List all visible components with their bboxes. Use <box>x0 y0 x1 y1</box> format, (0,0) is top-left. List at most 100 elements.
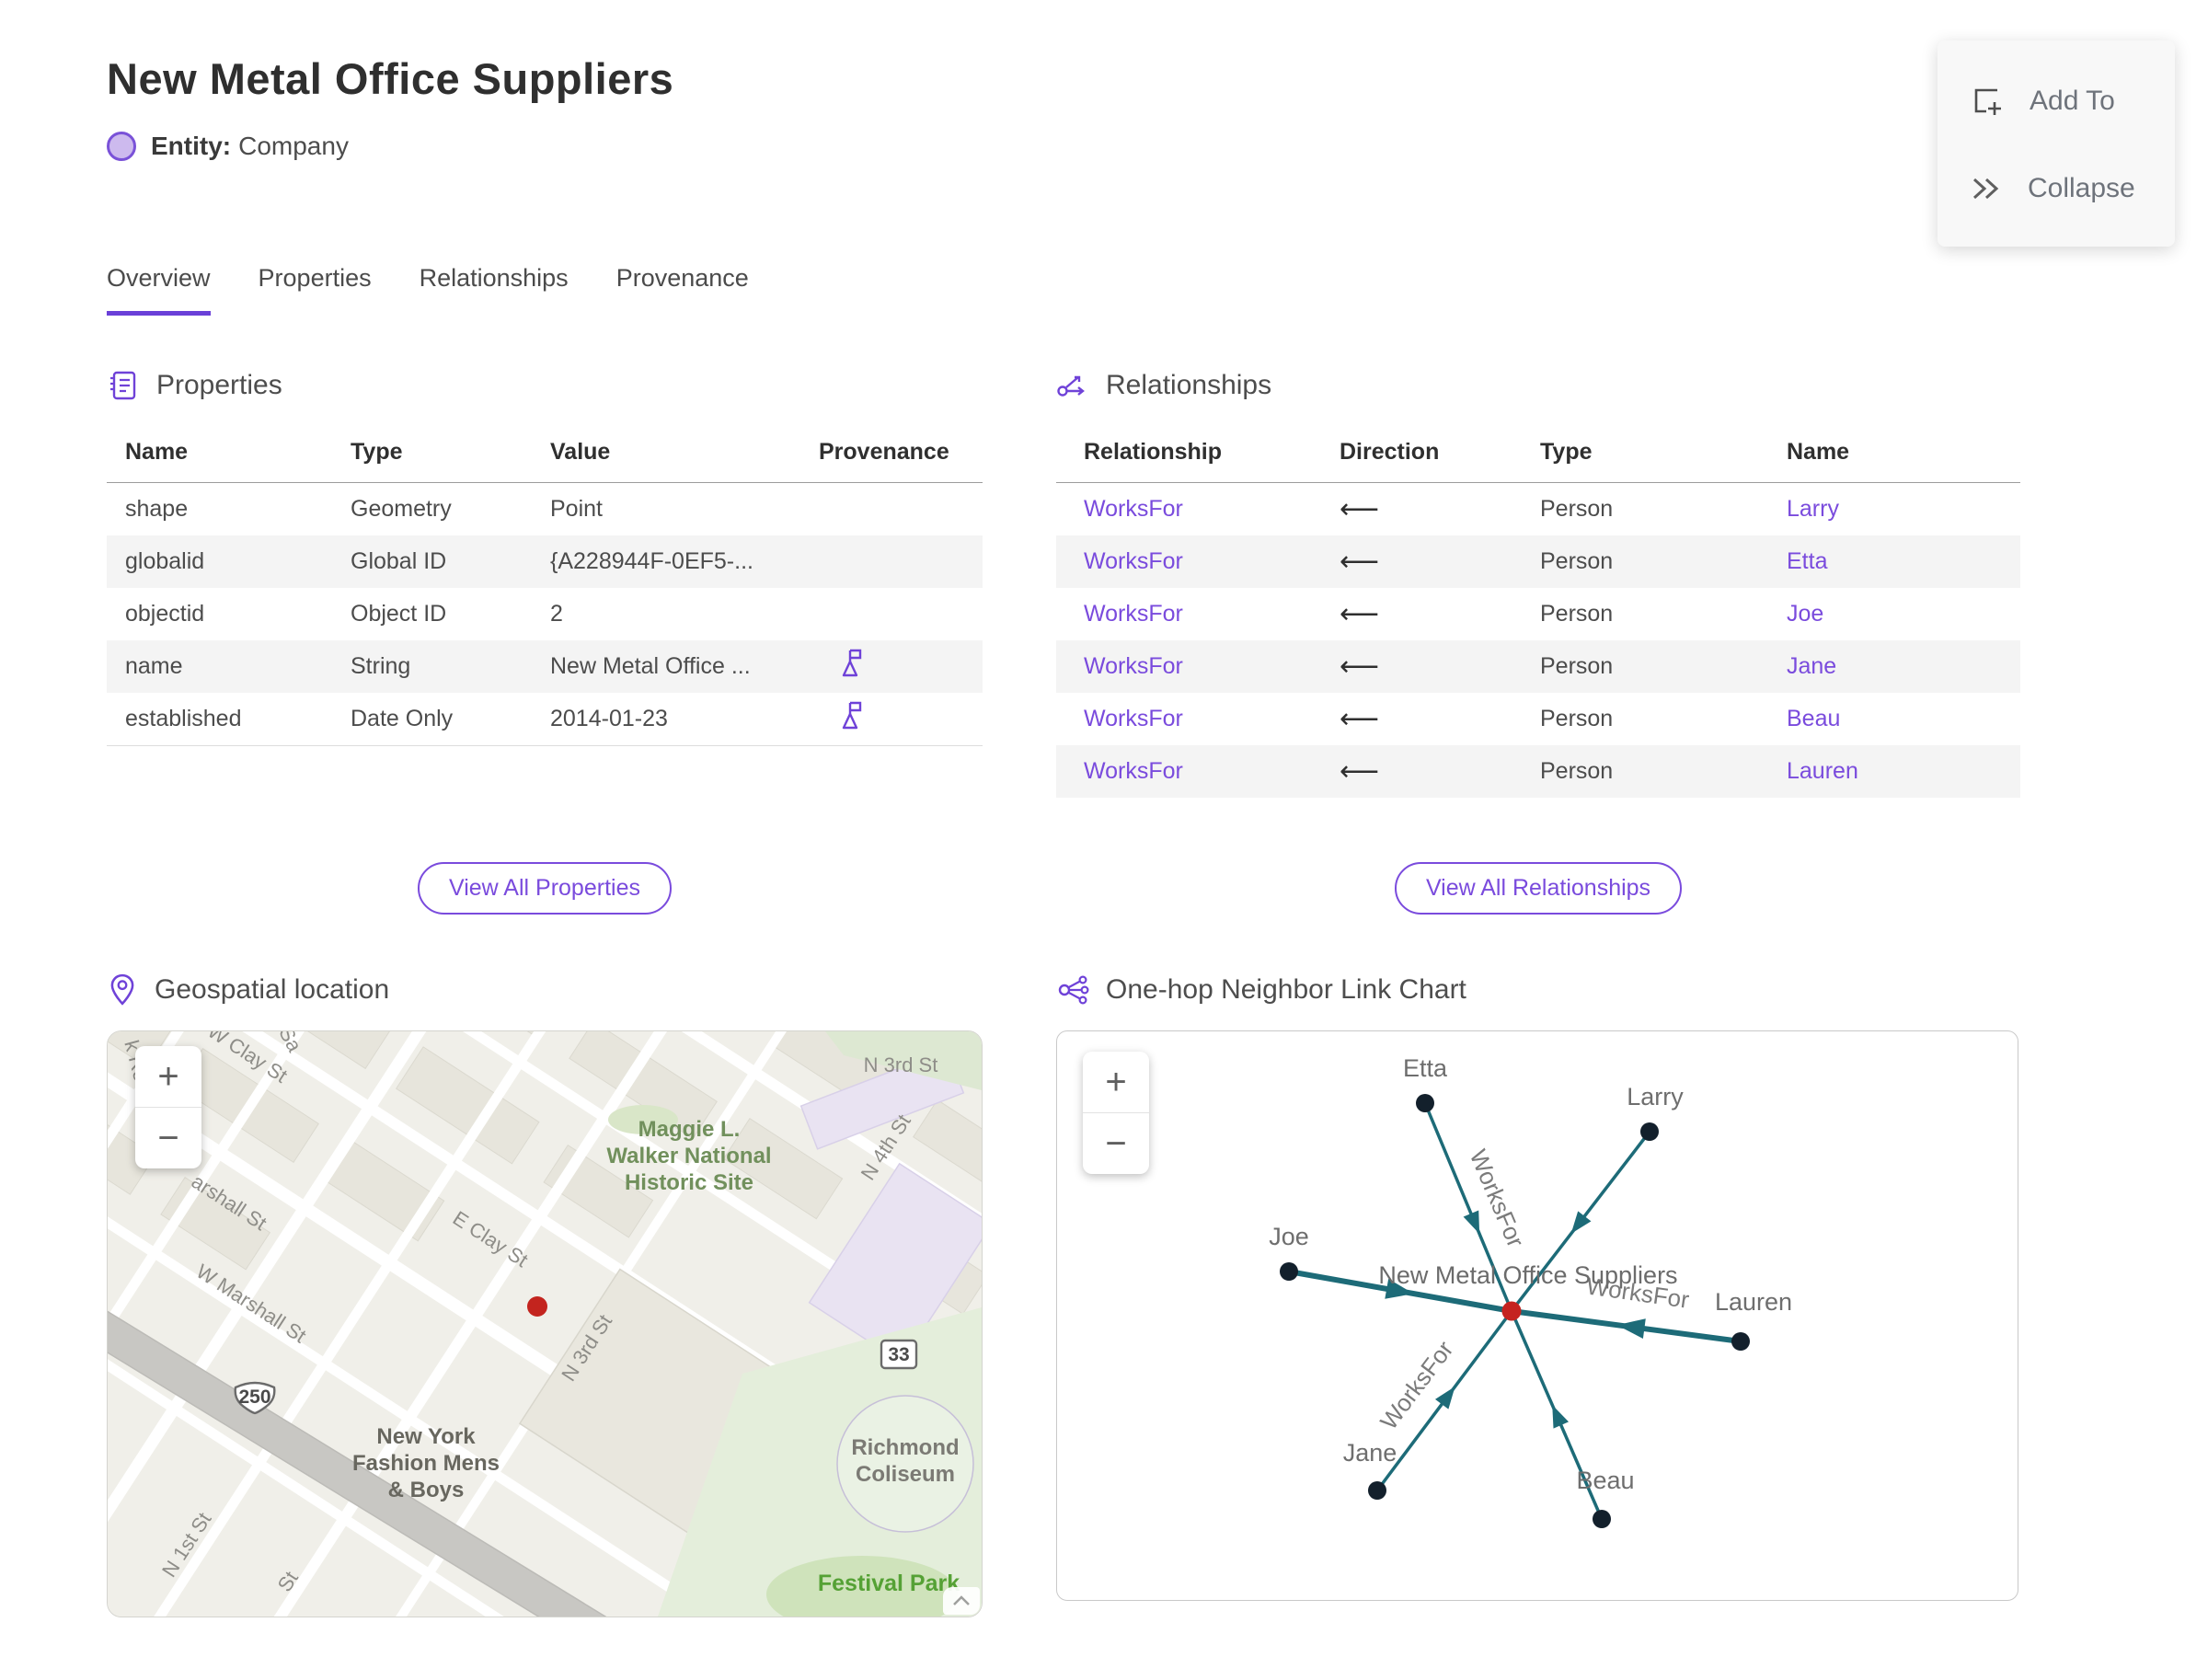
entity-name-link[interactable]: Etta <box>1787 548 1827 574</box>
properties-section-title: Properties <box>156 370 282 400</box>
property-provenance[interactable] <box>819 693 983 746</box>
property-value: 2 <box>550 601 563 627</box>
tab-overview[interactable]: Overview <box>107 264 211 316</box>
graph-edge-arrow <box>1552 1404 1570 1429</box>
provenance-flag-icon <box>842 701 862 730</box>
svg-text:250: 250 <box>238 1387 270 1408</box>
column-header-name: Name <box>1787 439 2020 483</box>
collapse-label: Collapse <box>2028 173 2135 203</box>
svg-text:33: 33 <box>888 1344 909 1365</box>
property-provenance <box>819 483 983 536</box>
graph-edge-label: WorksFor <box>1374 1335 1459 1434</box>
map-zoom-control: + − <box>135 1046 201 1168</box>
column-header-type: Type <box>1540 439 1787 483</box>
graph-node-larry[interactable] <box>1640 1122 1659 1141</box>
relationship-type-cell: WorksFor <box>1056 693 1340 745</box>
graph-node-joe[interactable] <box>1280 1262 1298 1281</box>
property-name: objectid <box>125 601 205 627</box>
map-panel[interactable]: + − 250 33 k W Clay St Sa arshall St W M… <box>107 1030 983 1617</box>
entity-type-dot <box>107 132 136 161</box>
property-name: shape <box>125 496 189 522</box>
property-type: String <box>351 653 411 679</box>
graph-node-label: Jane <box>1343 1439 1397 1467</box>
property-provenance[interactable] <box>819 640 983 693</box>
relationship-entity-type: Person <box>1540 496 1614 522</box>
chart-zoom-out-button[interactable]: − <box>1083 1112 1149 1174</box>
graph-edge-arrow <box>1463 1210 1480 1235</box>
properties-icon <box>110 371 136 400</box>
tab-relationships[interactable]: Relationships <box>420 264 569 316</box>
graph-edge-arrow <box>1570 1211 1592 1234</box>
graph-node-label: Larry <box>1627 1083 1684 1110</box>
route-shield-33: 33 <box>880 1339 918 1370</box>
entity-label: Entity: <box>151 132 232 160</box>
column-header-provenance: Provenance <box>819 439 983 483</box>
property-row-globalid: globalid Global ID {A228944F-0EF5-... <box>107 535 983 588</box>
map-zoom-out-button[interactable]: − <box>135 1107 201 1168</box>
entity-type-value: Company <box>238 132 349 160</box>
relationship-row-joe: WorksFor ⟵ Person Joe <box>1056 588 2020 640</box>
view-all-relationships-button[interactable]: View All Relationships <box>1394 862 1683 915</box>
property-row-shape: shape Geometry Point <box>107 483 983 536</box>
page-title: New Metal Office Suppliers <box>107 54 674 103</box>
collapse-button[interactable]: Collapse <box>1938 158 2175 219</box>
chart-zoom-in-button[interactable]: + <box>1083 1052 1149 1112</box>
relationship-link[interactable]: WorksFor <box>1084 653 1183 679</box>
link-chart-icon <box>1058 975 1089 1005</box>
geospatial-section-title: Geospatial location <box>155 974 390 1005</box>
entity-name-link[interactable]: Larry <box>1787 496 1839 522</box>
tab-bar: Overview Properties Relationships Provenanc… <box>107 264 2208 316</box>
column-header-name: Name <box>107 439 351 483</box>
property-type: Object ID <box>351 601 447 627</box>
add-to-icon <box>1974 88 2001 115</box>
graph-node-label: Beau <box>1576 1467 1634 1494</box>
graph-edge-label: WorksFor <box>1465 1145 1531 1251</box>
map-canvas: 25033 k RoW Clay StSaarshall StW Marshal… <box>108 1031 982 1617</box>
property-name: name <box>125 653 183 679</box>
graph-node-jane[interactable] <box>1368 1481 1386 1500</box>
graph-edge-arrow <box>1434 1387 1455 1410</box>
relationship-entity-name: Larry <box>1787 483 2020 536</box>
relationship-type-cell: WorksFor <box>1056 483 1340 536</box>
map-label: N 3rd St <box>864 1053 938 1076</box>
column-header-type: Type <box>351 439 550 483</box>
relationship-type-cell: WorksFor <box>1056 535 1340 588</box>
add-to-button[interactable]: Add To <box>1938 68 2175 134</box>
map-zoom-in-button[interactable]: + <box>135 1046 201 1107</box>
relationship-direction: ⟵ <box>1340 493 1380 525</box>
linkchart-section-title: One-hop Neighbor Link Chart <box>1106 974 1466 1005</box>
relationship-direction: ⟵ <box>1340 650 1380 683</box>
graph-node-lauren[interactable] <box>1731 1332 1750 1351</box>
relationship-direction: ⟵ <box>1340 598 1380 630</box>
entity-name-link[interactable]: Beau <box>1787 706 1840 731</box>
tab-provenance[interactable]: Provenance <box>616 264 749 316</box>
relationship-link[interactable]: WorksFor <box>1084 706 1183 731</box>
relationship-entity-type: Person <box>1540 758 1614 784</box>
property-value: New Metal Office ... <box>550 653 751 679</box>
entity-name-link[interactable]: Jane <box>1787 653 1836 679</box>
entity-name-link[interactable]: Lauren <box>1787 758 1858 784</box>
column-header-direction: Direction <box>1340 439 1540 483</box>
relationships-icon <box>1057 375 1085 397</box>
relationship-link[interactable]: WorksFor <box>1084 496 1183 522</box>
relationship-link[interactable]: WorksFor <box>1084 548 1183 574</box>
property-type: Geometry <box>351 496 452 522</box>
entity-name-link[interactable]: Joe <box>1787 601 1823 627</box>
graph-node-beau[interactable] <box>1593 1510 1611 1528</box>
map-attribution-toggle[interactable] <box>943 1587 980 1615</box>
graph-node-label: Etta <box>1403 1054 1448 1082</box>
column-header-value: Value <box>550 439 819 483</box>
property-row-name: name String New Metal Office ... <box>107 640 983 693</box>
graph-center-node[interactable] <box>1501 1301 1522 1321</box>
tab-properties[interactable]: Properties <box>259 264 372 316</box>
floating-action-card: Add To Collapse <box>1938 40 2175 247</box>
link-chart-panel[interactable]: + − WorksFor WorksFor WorksFor Etta Larry Joe… <box>1056 1030 2018 1601</box>
relationship-row-beau: WorksFor ⟵ Person Beau <box>1056 693 2020 745</box>
relationship-link[interactable]: WorksFor <box>1084 758 1183 784</box>
add-to-label: Add To <box>2030 86 2115 116</box>
relationships-table: Relationship Direction Type Name WorksFor ⟵ P… <box>1056 439 2020 798</box>
view-all-properties-button[interactable]: View All Properties <box>418 862 672 915</box>
relationship-link[interactable]: WorksFor <box>1084 601 1183 627</box>
property-value: 2014-01-23 <box>550 693 819 746</box>
graph-node-etta[interactable] <box>1416 1094 1434 1112</box>
